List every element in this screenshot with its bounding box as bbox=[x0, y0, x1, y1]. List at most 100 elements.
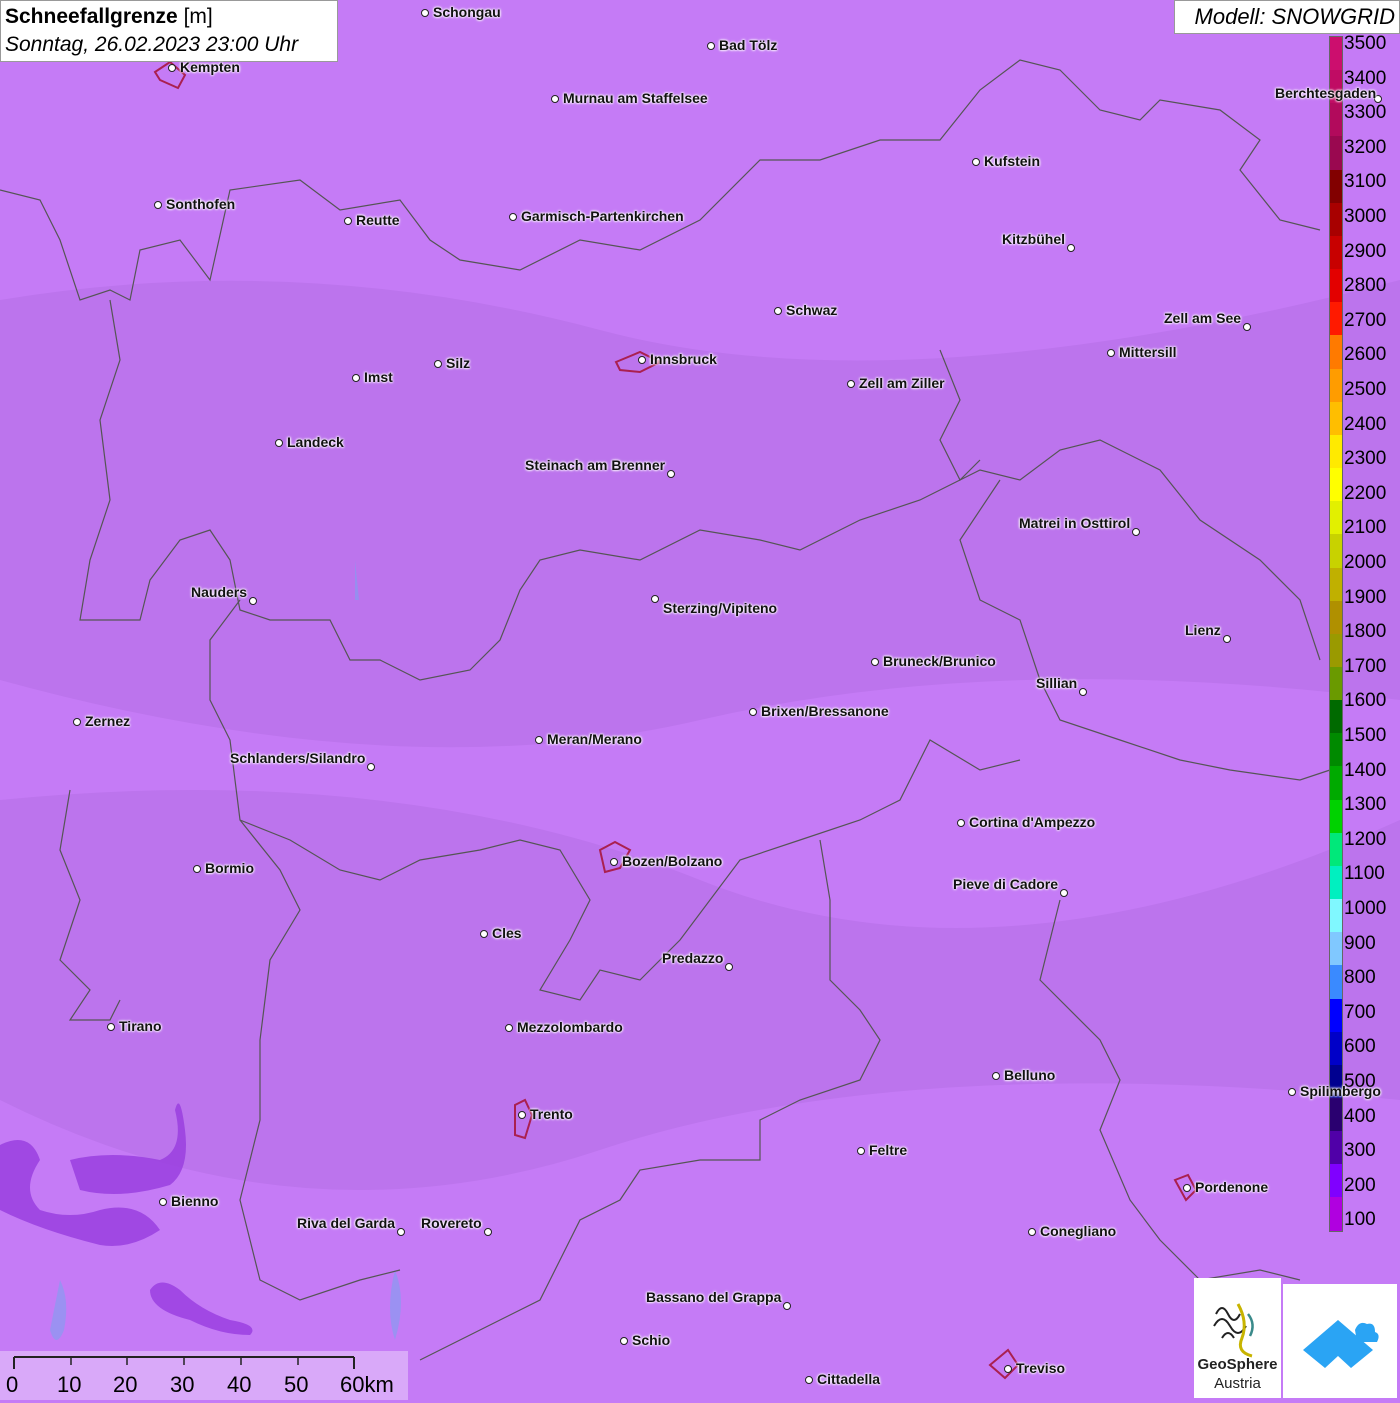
city-marker-icon[interactable] bbox=[620, 1337, 628, 1345]
city-marker-icon[interactable] bbox=[434, 360, 442, 368]
city-marker-icon[interactable] bbox=[484, 1228, 492, 1236]
city-marker-icon[interactable] bbox=[344, 217, 352, 225]
city-marker-icon[interactable] bbox=[1243, 323, 1251, 331]
logo-name-line2: Austria bbox=[1214, 1375, 1261, 1392]
city-label: Bozen/Bolzano bbox=[622, 853, 723, 869]
city-label: Kitzbühel bbox=[1002, 231, 1065, 247]
city-label: Feltre bbox=[869, 1142, 908, 1158]
legend-label: 100 bbox=[1344, 1209, 1376, 1231]
city-label: Rovereto bbox=[421, 1215, 482, 1231]
city-marker-icon[interactable] bbox=[871, 658, 879, 666]
legend-label: 1300 bbox=[1344, 794, 1387, 816]
city-marker-icon[interactable] bbox=[352, 374, 360, 382]
legend-label: 1400 bbox=[1344, 759, 1387, 781]
scale-label: 30 bbox=[170, 1372, 195, 1397]
city-marker-icon[interactable] bbox=[651, 595, 659, 603]
legend-swatch bbox=[1330, 932, 1342, 966]
city-label: Reutte bbox=[356, 212, 400, 228]
city-marker-icon[interactable] bbox=[397, 1228, 405, 1236]
city-marker-icon[interactable] bbox=[159, 1198, 167, 1206]
city-label: Tirano bbox=[119, 1018, 162, 1034]
city-marker-icon[interactable] bbox=[847, 380, 855, 388]
city-marker-icon[interactable] bbox=[509, 213, 517, 221]
city-marker-icon[interactable] bbox=[1107, 349, 1115, 357]
city-marker-icon[interactable] bbox=[957, 819, 965, 827]
city-marker-icon[interactable] bbox=[518, 1111, 526, 1119]
city-marker-icon[interactable] bbox=[1288, 1088, 1296, 1096]
legend-label: 2900 bbox=[1344, 240, 1387, 262]
legend-swatch bbox=[1330, 1031, 1342, 1065]
city-marker-icon[interactable] bbox=[857, 1147, 865, 1155]
legend-label: 2100 bbox=[1344, 517, 1387, 539]
city-label: Bassano del Grappa bbox=[646, 1289, 782, 1305]
city-label: Cles bbox=[492, 925, 522, 941]
city-marker-icon[interactable] bbox=[193, 865, 201, 873]
scale-label: 40 bbox=[227, 1372, 252, 1397]
map-title-unit: [m] bbox=[183, 5, 213, 28]
legend-label: 2800 bbox=[1344, 275, 1387, 297]
city-marker-icon[interactable] bbox=[1067, 244, 1075, 252]
legend-label: 1700 bbox=[1344, 655, 1387, 677]
city-label: Zell am See bbox=[1164, 310, 1242, 326]
city-label: Landeck bbox=[287, 434, 344, 450]
city-marker-icon[interactable] bbox=[505, 1024, 513, 1032]
city-marker-icon[interactable] bbox=[638, 356, 646, 364]
city-label: Mittersill bbox=[1119, 344, 1177, 360]
city-marker-icon[interactable] bbox=[972, 158, 980, 166]
city-marker-icon[interactable] bbox=[725, 963, 733, 971]
city-label: Schongau bbox=[433, 4, 501, 20]
legend-label: 1800 bbox=[1344, 621, 1387, 643]
city-marker-icon[interactable] bbox=[367, 763, 375, 771]
city-marker-icon[interactable] bbox=[1060, 889, 1068, 897]
city-marker-icon[interactable] bbox=[707, 42, 715, 50]
legend-swatch bbox=[1330, 998, 1342, 1032]
legend-label: 1500 bbox=[1344, 725, 1387, 746]
map-title-box: Schneefallgrenze [m] Sonntag, 26.02.2023… bbox=[0, 0, 338, 62]
legend-swatch bbox=[1330, 103, 1342, 137]
city-label: Kufstein bbox=[984, 153, 1040, 169]
legend-label: 3500 bbox=[1344, 33, 1387, 54]
legend-swatch bbox=[1330, 1131, 1342, 1165]
city-label: Imst bbox=[364, 369, 393, 385]
geosphere-logo[interactable]: GeoSphere Austria bbox=[1194, 1278, 1281, 1398]
city-marker-icon[interactable] bbox=[992, 1072, 1000, 1080]
legend-swatch bbox=[1330, 136, 1342, 170]
city-marker-icon[interactable] bbox=[107, 1023, 115, 1031]
city-marker-icon[interactable] bbox=[774, 307, 782, 315]
city-label: Cortina d'Ampezzo bbox=[969, 814, 1096, 830]
city-marker-icon[interactable] bbox=[154, 201, 162, 209]
city-marker-icon[interactable] bbox=[275, 439, 283, 447]
city-label: Bad Tölz bbox=[719, 37, 778, 53]
city-marker-icon[interactable] bbox=[480, 930, 488, 938]
map-title-bold: Schneefallgrenze bbox=[5, 5, 178, 28]
city-marker-icon[interactable] bbox=[749, 708, 757, 716]
legend-swatch bbox=[1330, 169, 1342, 203]
legend-swatch bbox=[1330, 799, 1342, 833]
city-marker-icon[interactable] bbox=[1079, 688, 1087, 696]
city-marker-icon[interactable] bbox=[421, 9, 429, 17]
city-marker-icon[interactable] bbox=[1132, 528, 1140, 536]
map-datetime: Sonntag, 26.02.2023 23:00 Uhr bbox=[5, 33, 299, 56]
city-marker-icon[interactable] bbox=[667, 470, 675, 478]
legend-label: 3000 bbox=[1344, 206, 1387, 227]
city-marker-icon[interactable] bbox=[168, 64, 176, 72]
city-marker-icon[interactable] bbox=[805, 1376, 813, 1384]
city-marker-icon[interactable] bbox=[783, 1302, 791, 1310]
app-logo[interactable] bbox=[1283, 1284, 1397, 1398]
city-marker-icon[interactable] bbox=[1004, 1365, 1012, 1373]
legend-swatch bbox=[1330, 965, 1342, 999]
city-marker-icon[interactable] bbox=[249, 597, 257, 605]
city-marker-icon[interactable] bbox=[1223, 635, 1231, 643]
legend-label: 400 bbox=[1344, 1105, 1376, 1127]
city-marker-icon[interactable] bbox=[1028, 1228, 1036, 1236]
city-marker-icon[interactable] bbox=[73, 718, 81, 726]
scale-label: 0 bbox=[6, 1372, 19, 1397]
city-marker-icon[interactable] bbox=[551, 95, 559, 103]
city-marker-icon[interactable] bbox=[1183, 1184, 1191, 1192]
city-marker-icon[interactable] bbox=[535, 736, 543, 744]
legend-swatch bbox=[1330, 600, 1342, 634]
city-label: Mezzolombardo bbox=[517, 1019, 623, 1035]
city-label: Lienz bbox=[1185, 622, 1221, 638]
legend-swatch bbox=[1330, 335, 1342, 369]
city-marker-icon[interactable] bbox=[610, 858, 618, 866]
